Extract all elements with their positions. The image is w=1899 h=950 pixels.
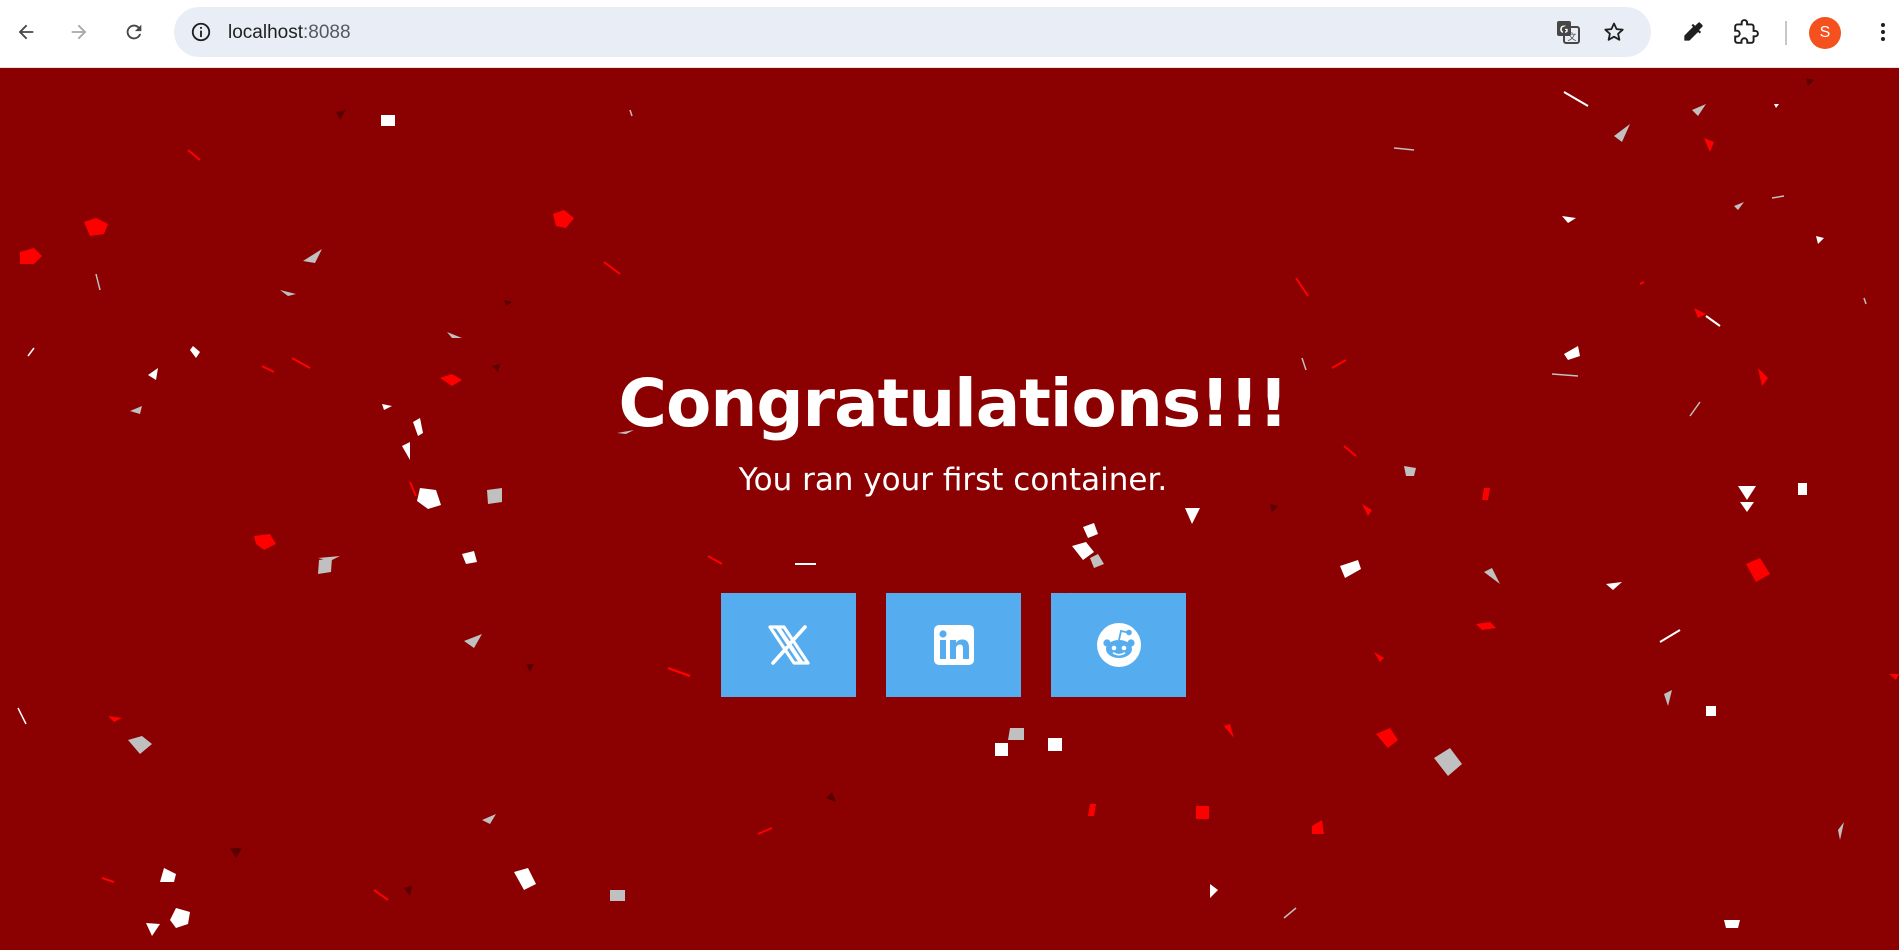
forward-button[interactable] [61,14,97,50]
forward-icon [71,24,87,40]
translate-button[interactable]: G 文 [1552,16,1584,48]
extensions-button[interactable] [1729,15,1763,49]
share-reddit-button[interactable] [1051,593,1186,697]
linkedin-icon [933,625,974,665]
confetti-pieces [17,78,1899,936]
toolbar-divider [1785,21,1787,45]
back-button[interactable] [8,14,44,50]
address-bar[interactable]: localhost:8088 G 文 [174,7,1651,57]
svg-text:文: 文 [1567,31,1576,43]
confetti-layer [17,78,1899,936]
reload-button[interactable] [116,14,152,50]
page-subtitle: You ran your first container. [738,462,1168,498]
more-menu-button[interactable] [1866,15,1899,49]
browser-toolbar: localhost:8088 G 文 S [0,0,1899,68]
back-icon [18,24,34,40]
eyedropper-button[interactable] [1676,15,1710,49]
bookmark-button[interactable] [1598,16,1630,48]
share-x-button[interactable] [721,593,856,697]
extensions-icon [1734,19,1759,44]
url-host: localhost [228,22,303,43]
site-info-button[interactable] [184,15,218,49]
reload-icon [126,24,142,40]
share-linkedin-button[interactable] [886,593,1021,697]
x-twitter-icon [767,625,810,665]
more-vert-icon [1881,23,1885,41]
page-title: Congratulations!!! [618,365,1289,442]
url-text[interactable]: localhost:8088 [228,22,351,44]
site-info-icon [191,22,211,42]
bookmark-star-icon [1604,22,1624,41]
reddit-icon [1096,623,1141,667]
profile-avatar[interactable]: S [1809,17,1841,49]
url-port: :8088 [303,22,351,43]
eyedropper-icon [1684,22,1703,41]
page-content: Congratulations!!! You ran your first co… [0,68,1899,950]
translate-icon: G 文 [1557,21,1580,44]
